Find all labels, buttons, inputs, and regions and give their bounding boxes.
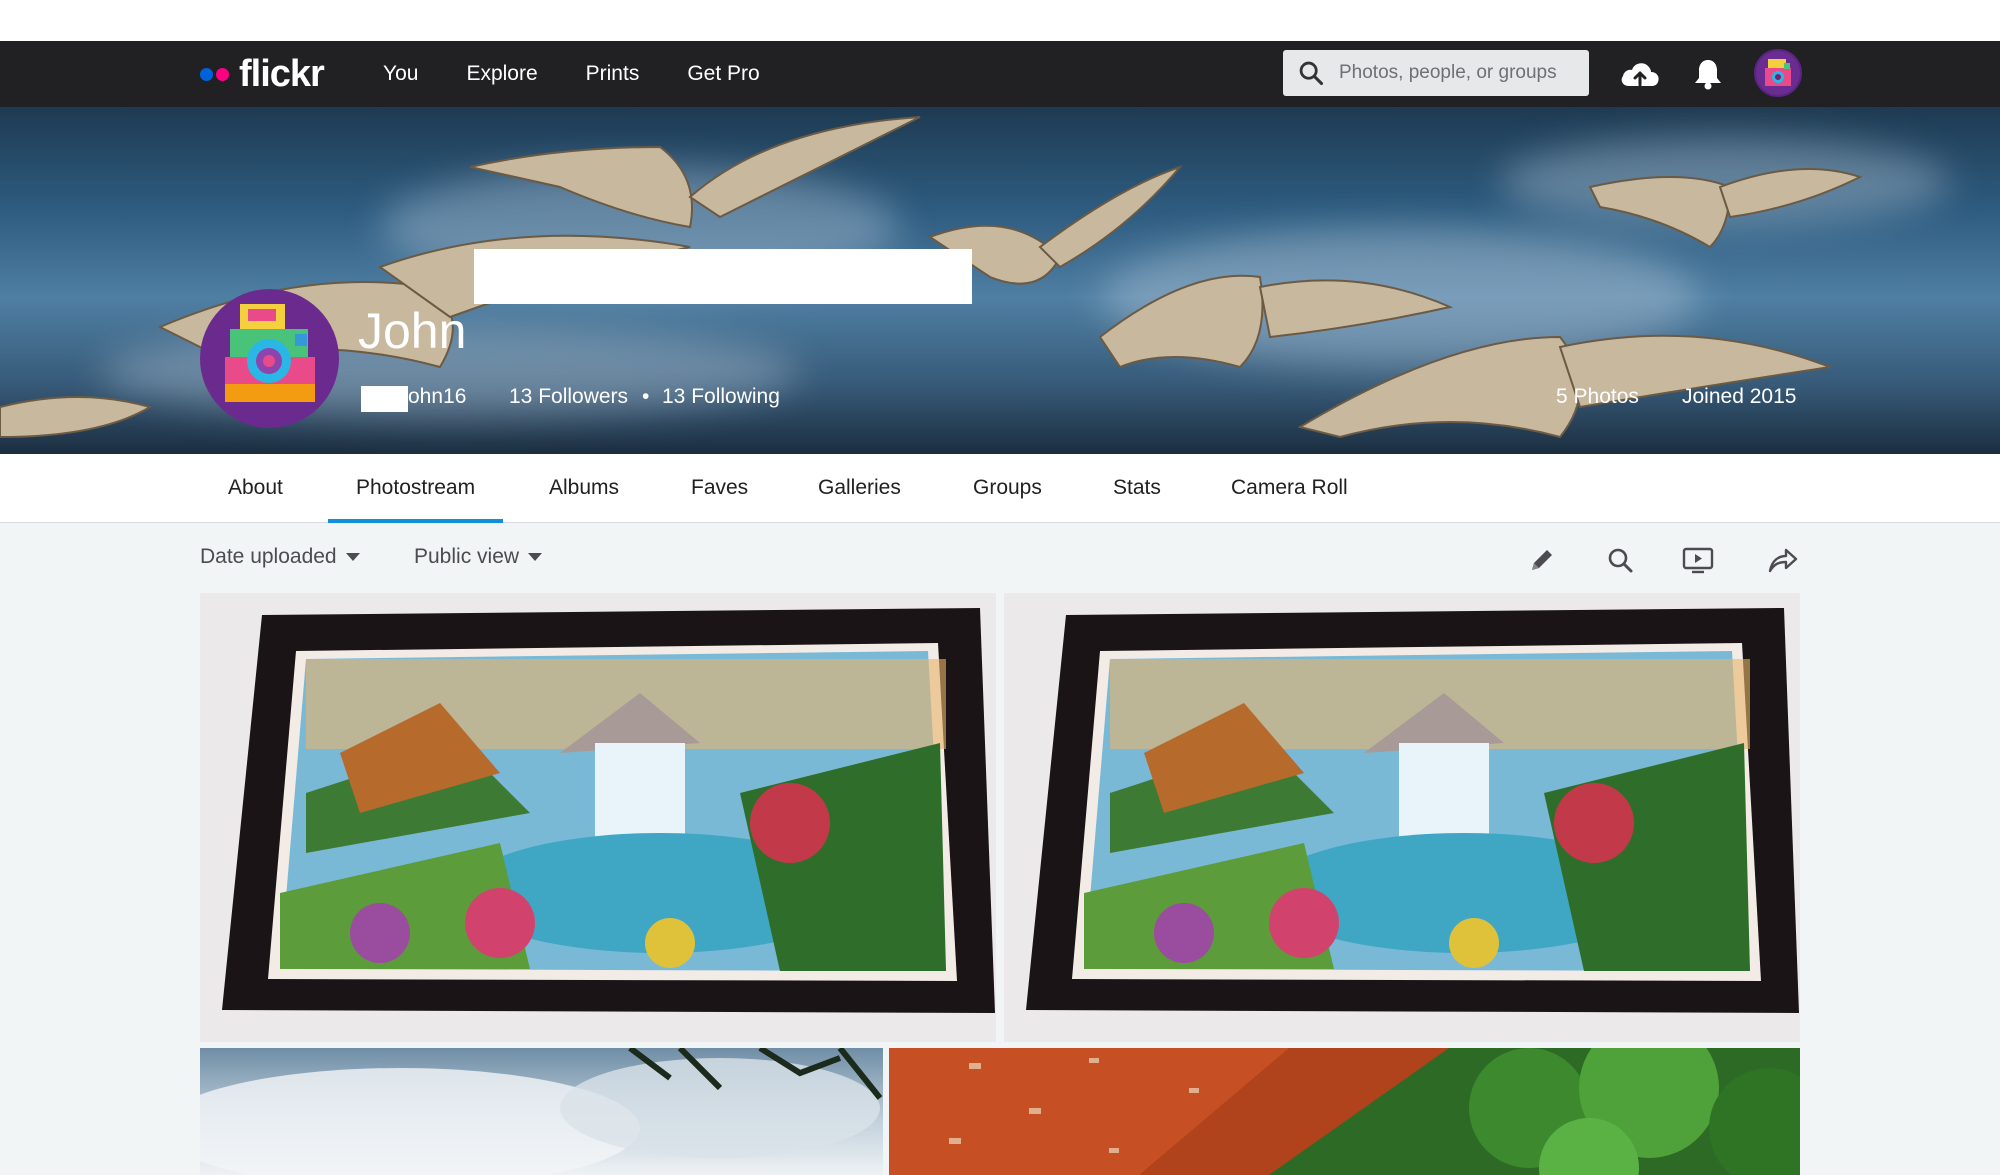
sort-dropdown[interactable]: Date uploaded: [200, 545, 360, 569]
search-box[interactable]: [1283, 50, 1589, 96]
tab-groups[interactable]: Groups: [973, 454, 1042, 523]
view-dropdown-label: Public view: [414, 545, 520, 568]
profile-tabs: About Photostream Albums Faves Galleries…: [0, 454, 2000, 523]
profile-username: ohn16: [408, 385, 467, 408]
nav-link-explore[interactable]: Explore: [466, 62, 537, 86]
sort-dropdown-label: Date uploaded: [200, 545, 337, 568]
tab-photostream[interactable]: Photostream: [328, 454, 504, 523]
tab-albums[interactable]: Albums: [549, 454, 619, 523]
logo-pink-dot: [216, 67, 229, 81]
redacted-username-prefix: [361, 386, 408, 412]
joined-year: Joined 2015: [1682, 385, 1797, 408]
profile-name: John: [358, 303, 467, 359]
chevron-down-icon: [345, 553, 360, 561]
nav-link-prints[interactable]: Prints: [586, 62, 640, 86]
upload-cloud-icon[interactable]: [1619, 54, 1661, 94]
search-icon: [1299, 61, 1324, 86]
photostream-toolbar: Date uploaded Public view: [0, 523, 2000, 593]
redacted-surname: [474, 249, 972, 304]
tab-about[interactable]: About: [228, 454, 283, 523]
followers-count[interactable]: 13 Followers: [509, 385, 628, 409]
photo-sky[interactable]: [200, 1048, 883, 1175]
photo-painting-2[interactable]: [1004, 593, 1800, 1042]
tab-faves[interactable]: Faves: [691, 454, 748, 523]
logo-text: flickr: [239, 52, 325, 95]
tab-galleries[interactable]: Galleries: [818, 454, 901, 523]
following-count[interactable]: 13 Following: [662, 385, 780, 409]
chevron-down-icon: [528, 553, 543, 561]
flickr-logo[interactable]: flickr: [200, 41, 325, 107]
profile-avatar[interactable]: [200, 289, 339, 428]
main-nav: You Explore Prints Get Pro: [383, 41, 808, 107]
nav-link-get-pro[interactable]: Get Pro: [687, 62, 759, 86]
photo-painting-1[interactable]: [200, 593, 996, 1042]
search-input[interactable]: [1339, 62, 1579, 84]
cover-photo: John ohn16 13 Followers • 13 Following 5…: [0, 107, 2000, 454]
bell-icon[interactable]: [1687, 54, 1729, 94]
photos-count: 5 Photos: [1556, 385, 1639, 408]
user-avatar[interactable]: [1754, 49, 1802, 97]
browser-top-strip: [0, 0, 2000, 41]
meta-separator: •: [642, 385, 650, 408]
pencil-icon[interactable]: [1524, 542, 1560, 578]
tab-stats[interactable]: Stats: [1113, 454, 1161, 523]
view-dropdown[interactable]: Public view: [414, 545, 543, 569]
top-navbar: flickr You Explore Prints Get Pro: [0, 41, 2000, 107]
share-icon[interactable]: [1765, 542, 1801, 578]
photo-roof-forest[interactable]: [889, 1048, 1800, 1175]
tab-camera-roll[interactable]: Camera Roll: [1231, 454, 1348, 523]
slideshow-icon[interactable]: [1680, 542, 1716, 578]
logo-blue-dot: [200, 67, 213, 81]
nav-link-you[interactable]: You: [383, 62, 418, 86]
search-icon[interactable]: [1602, 542, 1638, 578]
